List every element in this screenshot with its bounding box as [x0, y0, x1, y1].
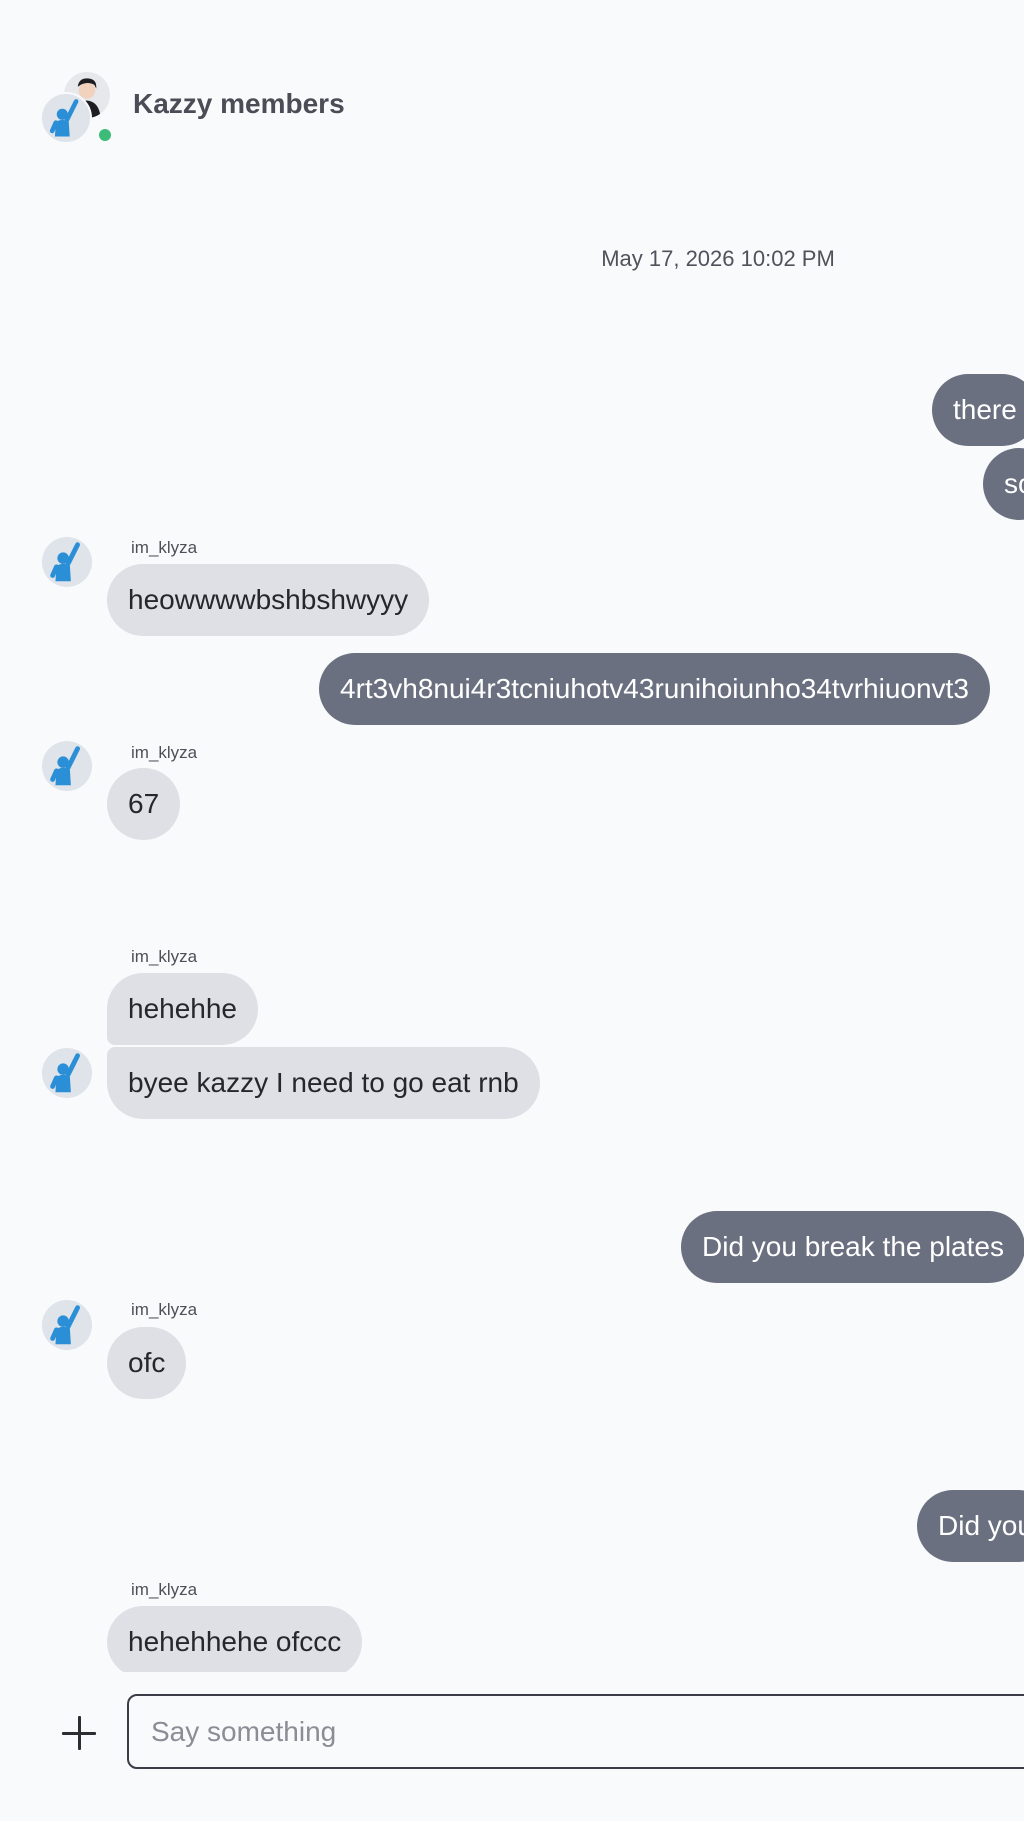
figure-icon [50, 1053, 80, 1093]
sender-name: im_klyza [131, 538, 198, 557]
incoming-message[interactable]: byee kazzy I need to go eat rnb [107, 1047, 540, 1119]
outgoing-message[interactable]: so [983, 448, 1024, 520]
outgoing-message[interactable]: 4rt3vh8nui4r3tcniuhotv43runihoiunho34tvr… [319, 653, 990, 725]
sender-name: im_klyza [131, 1580, 198, 1599]
figure-icon [50, 1305, 80, 1345]
sender-avatar[interactable] [42, 741, 92, 791]
sender-avatar[interactable] [42, 537, 92, 587]
figure-icon [50, 746, 80, 786]
sender-name: im_klyza [131, 1300, 198, 1319]
incoming-message[interactable]: hehehhehe ofccc [107, 1606, 363, 1678]
incoming-message[interactable]: 67 [107, 768, 181, 840]
chat-window: Kazzy members May 17, 2026 10:02 PM ther… [0, 0, 1024, 1821]
plus-icon[interactable] [58, 1712, 100, 1754]
incoming-message[interactable]: hehehhe [107, 973, 259, 1045]
outgoing-message[interactable]: there [932, 374, 1024, 446]
sender-avatar[interactable] [42, 1048, 92, 1098]
outgoing-message[interactable]: Did you [917, 1490, 1024, 1562]
incoming-message[interactable]: heowwwwbshbshwyyy [107, 564, 430, 636]
message-list[interactable]: there so im_klyza heowwwwbshbshwyyy 4rt3… [0, 0, 1024, 1821]
sender-name: im_klyza [131, 743, 198, 762]
figure-icon [50, 542, 80, 582]
outgoing-message[interactable]: Did you break the plates [681, 1211, 1024, 1283]
message-input[interactable] [127, 1694, 1024, 1769]
sender-avatar[interactable] [42, 1300, 92, 1350]
message-composer [0, 1672, 1024, 1821]
incoming-message[interactable]: ofc [107, 1327, 187, 1399]
sender-name: im_klyza [131, 947, 198, 966]
